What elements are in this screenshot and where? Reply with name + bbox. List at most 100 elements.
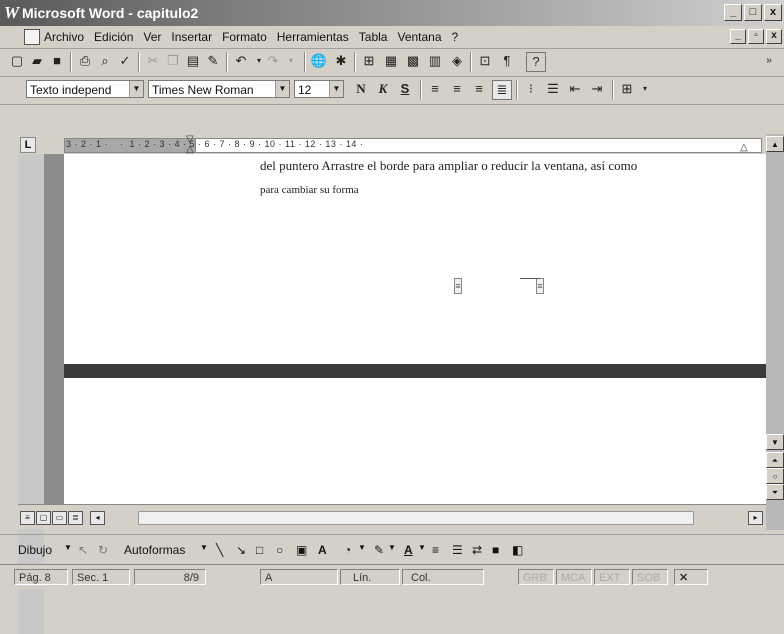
bullets-icon[interactable]: ☰: [544, 80, 562, 98]
select-objects-icon[interactable]: ↖: [78, 543, 88, 557]
shadow-icon[interactable]: ■: [492, 543, 499, 557]
open-folder-icon[interactable]: ▰: [28, 52, 46, 70]
chevron-down-icon[interactable]: ▼: [358, 543, 366, 552]
redo-dropdown-icon[interactable]: ▾: [282, 52, 300, 70]
tables-borders-icon[interactable]: ⊞: [360, 52, 378, 70]
3d-icon[interactable]: ◧: [512, 543, 523, 557]
menu-ventana[interactable]: Ventana: [397, 30, 441, 44]
chevron-down-icon[interactable]: ▼: [388, 543, 396, 552]
style-combo[interactable]: Texto independ ▼: [26, 80, 144, 98]
previous-page-icon[interactable]: ⏶: [766, 452, 784, 468]
next-page-icon[interactable]: ⏷: [766, 484, 784, 500]
print-preview-icon[interactable]: ⌕: [96, 52, 114, 70]
show-hide-marks-icon[interactable]: ¶: [498, 52, 516, 70]
align-left-icon[interactable]: ≡: [426, 80, 444, 98]
numbering-icon[interactable]: ⁝: [522, 80, 540, 98]
wordart-icon[interactable]: A: [318, 543, 327, 557]
line-style-icon[interactable]: ≡: [432, 543, 439, 557]
cut-icon[interactable]: ✂: [144, 52, 162, 70]
help-icon[interactable]: ?: [526, 52, 546, 72]
minimize-button[interactable]: _: [724, 4, 742, 21]
autoshapes-menu-button[interactable]: Autoformas: [124, 543, 185, 557]
doc-restore-button[interactable]: ▫: [748, 29, 764, 44]
menu-ver[interactable]: Ver: [143, 30, 161, 44]
increase-indent-icon[interactable]: ⇥: [588, 80, 606, 98]
paste-icon[interactable]: ▤: [184, 52, 202, 70]
web-layout-icon[interactable]: ▢: [36, 511, 51, 525]
print-icon[interactable]: ⎙: [76, 52, 94, 70]
copy-icon[interactable]: ❐: [164, 52, 182, 70]
justify-icon[interactable]: ≣: [492, 80, 512, 100]
line-color-icon[interactable]: ✎: [374, 543, 384, 557]
chevron-down-icon[interactable]: ▼: [200, 543, 208, 552]
chevron-down-icon[interactable]: ▼: [329, 81, 343, 97]
save-disk-icon[interactable]: ■: [48, 52, 66, 70]
font-size-combo[interactable]: 12 ▼: [294, 80, 344, 98]
right-indent-marker[interactable]: △: [740, 142, 748, 153]
menu-insertar[interactable]: Insertar: [171, 30, 212, 44]
insert-table-icon[interactable]: ▦: [382, 52, 400, 70]
print-layout-icon[interactable]: ▭: [52, 511, 67, 525]
close-button[interactable]: x: [764, 4, 782, 21]
status-ovr[interactable]: SOB: [632, 569, 668, 585]
borders-dropdown-icon[interactable]: ▾: [636, 80, 654, 98]
undo-icon[interactable]: ↶: [232, 52, 250, 70]
tab-selector[interactable]: L: [20, 137, 36, 153]
scroll-up-icon[interactable]: ▲: [766, 136, 784, 152]
chevron-down-icon[interactable]: ▼: [418, 543, 426, 552]
font-combo[interactable]: Times New Roman ▼: [148, 80, 290, 98]
drawing-icon[interactable]: ◈: [448, 52, 466, 70]
font-color-icon[interactable]: A: [404, 543, 413, 557]
menu-formato[interactable]: Formato: [222, 30, 267, 44]
document-pane-top[interactable]: del puntero Arrastre el borde para ampli…: [64, 154, 772, 364]
chevron-down-icon[interactable]: ▼: [129, 81, 143, 97]
text-box-icon[interactable]: ▣: [296, 543, 307, 557]
document-pane-bottom[interactable]: [64, 378, 772, 504]
oval-icon[interactable]: ○: [276, 543, 283, 557]
select-browse-object-icon[interactable]: ○: [766, 468, 784, 484]
arrow-style-icon[interactable]: ⇄: [472, 543, 482, 557]
borders-icon[interactable]: ⊞: [618, 80, 636, 98]
document-map-icon[interactable]: ⊡: [476, 52, 494, 70]
menu-help[interactable]: ?: [452, 30, 459, 44]
menu-edicion[interactable]: Edición: [94, 30, 133, 44]
horizontal-scrollbar[interactable]: [138, 511, 694, 525]
new-document-icon[interactable]: ▢: [8, 52, 26, 70]
bold-button[interactable]: N: [352, 80, 370, 98]
align-right-icon[interactable]: ≡: [470, 80, 488, 98]
italic-button[interactable]: K: [374, 80, 392, 98]
spelling-status-icon[interactable]: ✕: [674, 569, 708, 585]
chevron-down-icon[interactable]: ▼: [275, 81, 289, 97]
doc-close-button[interactable]: x: [766, 29, 782, 44]
window-split-bar[interactable]: [64, 364, 772, 378]
outline-view-icon[interactable]: ≣: [68, 511, 83, 525]
line-icon[interactable]: ╲: [216, 543, 223, 557]
status-rec[interactable]: GRB: [518, 569, 554, 585]
menu-tabla[interactable]: Tabla: [359, 30, 388, 44]
free-rotate-icon[interactable]: ↻: [98, 543, 108, 557]
insert-hyperlink-icon[interactable]: 🌐: [310, 52, 328, 70]
scroll-left-icon[interactable]: ◂: [90, 511, 105, 525]
web-toolbar-icon[interactable]: ✱: [332, 52, 350, 70]
format-painter-icon[interactable]: ✎: [204, 52, 222, 70]
menu-herramientas[interactable]: Herramientas: [277, 30, 349, 44]
draw-menu-button[interactable]: Dibujo: [18, 543, 52, 557]
document-icon[interactable]: [24, 29, 40, 45]
scroll-right-icon[interactable]: ▸: [748, 511, 763, 525]
arrow-icon[interactable]: ↘: [236, 543, 246, 557]
redo-icon[interactable]: ↷: [264, 52, 282, 70]
underline-button[interactable]: S: [396, 80, 414, 98]
insert-excel-icon[interactable]: ▩: [404, 52, 422, 70]
toolbar-more-icon[interactable]: »: [760, 52, 778, 70]
menu-archivo[interactable]: Archivo: [44, 30, 84, 44]
status-ext[interactable]: EXT: [594, 569, 630, 585]
maximize-button[interactable]: □: [744, 4, 762, 21]
fill-color-icon[interactable]: ◔: [344, 543, 351, 557]
status-trk[interactable]: MCA: [556, 569, 592, 585]
spelling-icon[interactable]: ✓: [116, 52, 134, 70]
align-center-icon[interactable]: ≡: [448, 80, 466, 98]
normal-view-icon[interactable]: ≡: [20, 511, 35, 525]
chevron-down-icon[interactable]: ▼: [64, 543, 72, 552]
decrease-indent-icon[interactable]: ⇤: [566, 80, 584, 98]
dash-style-icon[interactable]: ☰: [452, 543, 463, 557]
